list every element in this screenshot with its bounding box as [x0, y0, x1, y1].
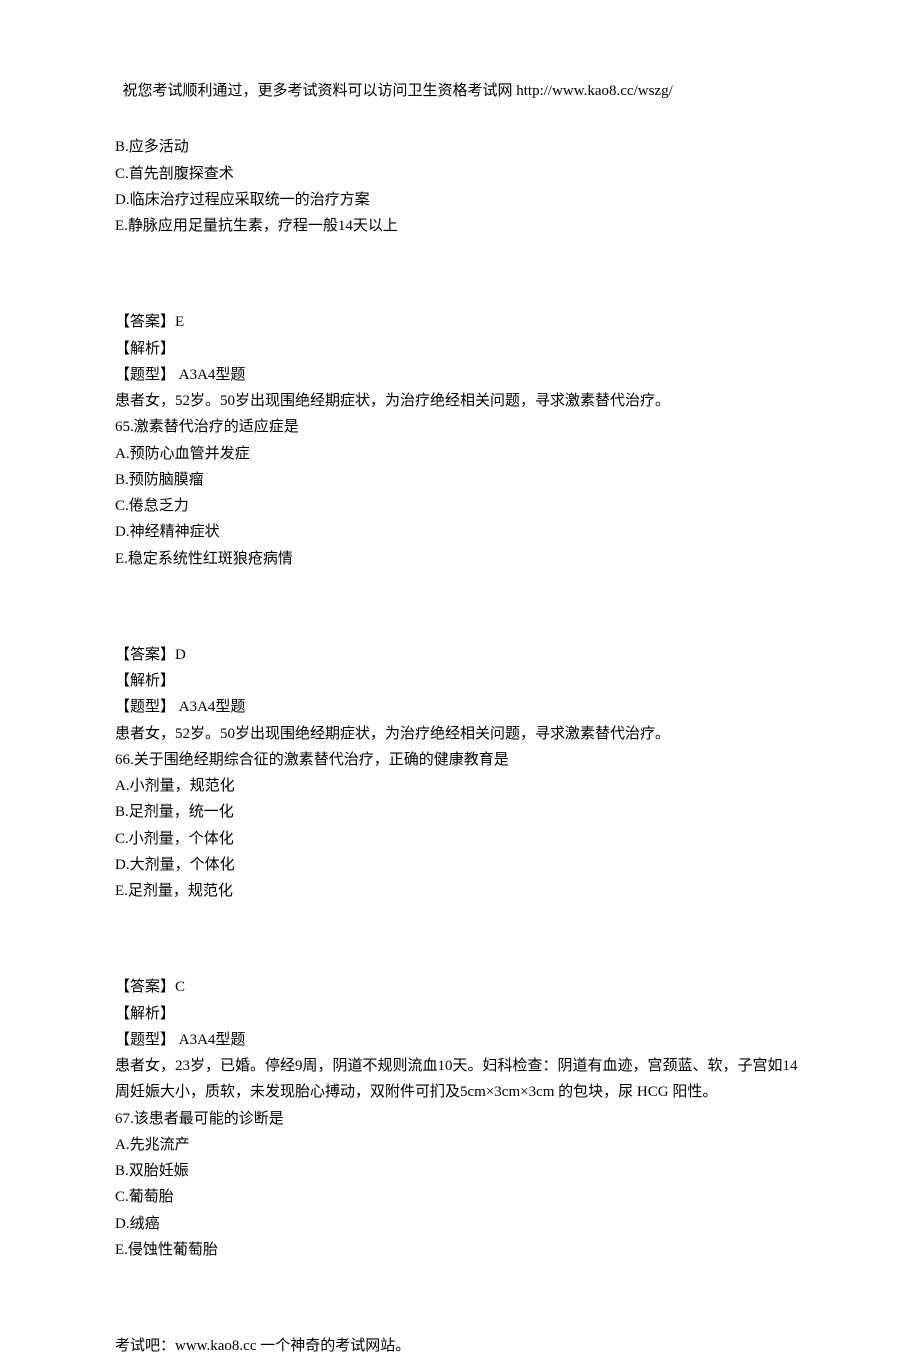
- option-b: B.足剂量，统一化: [115, 799, 805, 825]
- question-text: 65.激素替代治疗的适应症是: [115, 414, 805, 440]
- option-c: C.倦怠乏力: [115, 493, 805, 519]
- type-label: 【题型】 A3A4型题: [115, 694, 805, 720]
- context-text: 患者女，23岁，已婚。停经9周，阴道不规则流血10天。妇科检查：阴道有血迹，宫颈…: [115, 1053, 805, 1106]
- answer-label: 【答案】C: [115, 974, 805, 1000]
- section-2: 【答案】E 【解析】 【题型】 A3A4型题 患者女，52岁。50岁出现围绝经期…: [115, 309, 805, 572]
- analysis-label: 【解析】: [115, 668, 805, 694]
- option-d: D.临床治疗过程应采取统一的治疗方案: [115, 187, 805, 213]
- question-text: 66.关于围绝经期综合征的激素替代治疗，正确的健康教育是: [115, 747, 805, 773]
- option-d: D.大剂量，个体化: [115, 852, 805, 878]
- footer-text: 考试吧：www.kao8.cc 一个神奇的考试网站。: [115, 1338, 410, 1354]
- option-b: B.预防脑膜瘤: [115, 467, 805, 493]
- context-text: 患者女，52岁。50岁出现围绝经期症状，为治疗绝经相关问题，寻求激素替代治疗。: [115, 721, 805, 747]
- option-e: E.侵蚀性葡萄胎: [115, 1237, 805, 1263]
- header-text: 祝您考试顺利通过，更多考试资料可以访问卫生资格考试网 http://www.ka…: [123, 83, 673, 99]
- option-c: C.葡萄胎: [115, 1184, 805, 1210]
- option-c: C.小剂量，个体化: [115, 826, 805, 852]
- answer-label: 【答案】D: [115, 642, 805, 668]
- option-e: E.稳定系统性红斑狼疮病情: [115, 546, 805, 572]
- option-d: D.绒癌: [115, 1211, 805, 1237]
- type-label: 【题型】 A3A4型题: [115, 1027, 805, 1053]
- option-d: D.神经精神症状: [115, 519, 805, 545]
- page-footer: 考试吧：www.kao8.cc 一个神奇的考试网站。: [115, 1333, 805, 1359]
- option-a: A.预防心血管并发症: [115, 441, 805, 467]
- option-b: B.双胎妊娠: [115, 1158, 805, 1184]
- option-a: A.先兆流产: [115, 1132, 805, 1158]
- option-b: B.应多活动: [115, 134, 805, 160]
- page-header: 祝您考试顺利通过，更多考试资料可以访问卫生资格考试网 http://www.ka…: [115, 78, 805, 104]
- question-text: 67.该患者最可能的诊断是: [115, 1106, 805, 1132]
- option-e: E.静脉应用足量抗生素，疗程一般14天以上: [115, 213, 805, 239]
- analysis-label: 【解析】: [115, 336, 805, 362]
- type-label: 【题型】 A3A4型题: [115, 362, 805, 388]
- section-3: 【答案】D 【解析】 【题型】 A3A4型题 患者女，52岁。50岁出现围绝经期…: [115, 642, 805, 905]
- section-1: B.应多活动 C.首先剖腹探查术 D.临床治疗过程应采取统一的治疗方案 E.静脉…: [115, 134, 805, 239]
- section-4: 【答案】C 【解析】 【题型】 A3A4型题 患者女，23岁，已婚。停经9周，阴…: [115, 974, 805, 1263]
- option-a: A.小剂量，规范化: [115, 773, 805, 799]
- option-e: E.足剂量，规范化: [115, 878, 805, 904]
- answer-label: 【答案】E: [115, 309, 805, 335]
- analysis-label: 【解析】: [115, 1001, 805, 1027]
- option-c: C.首先剖腹探查术: [115, 161, 805, 187]
- context-text: 患者女，52岁。50岁出现围绝经期症状，为治疗绝经相关问题，寻求激素替代治疗。: [115, 388, 805, 414]
